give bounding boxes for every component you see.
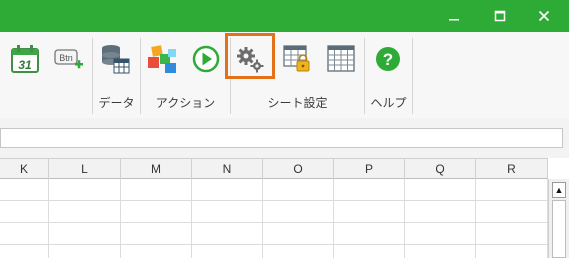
- column-header[interactable]: Q: [405, 159, 476, 179]
- calendar-icon: 31: [11, 45, 39, 73]
- title-bar: [0, 0, 569, 32]
- grid-line: [333, 179, 334, 258]
- group-label-action: アクション: [155, 96, 216, 110]
- minimize-icon: [449, 19, 459, 21]
- button-icon-text: Btn: [59, 53, 73, 63]
- calendar-icon-text: 31: [18, 58, 32, 72]
- column-header[interactable]: M: [121, 159, 192, 179]
- sheet-grid-button[interactable]: [324, 42, 358, 76]
- group-label-data: データ: [98, 96, 135, 110]
- close-button[interactable]: [521, 0, 567, 32]
- grid-line: [0, 244, 548, 245]
- database-icon: [102, 45, 130, 74]
- button-add-icon: Btn: [54, 49, 83, 69]
- grid-line: [0, 222, 548, 223]
- play-icon: [192, 45, 220, 73]
- column-header[interactable]: P: [334, 159, 405, 179]
- grid-line: [120, 179, 121, 258]
- sheet-grid-icon: [327, 45, 355, 72]
- vertical-scrollbar[interactable]: ▲: [548, 179, 569, 258]
- maximize-button[interactable]: [477, 0, 523, 32]
- help-icon: ?: [376, 47, 400, 71]
- blocks-icon: [148, 45, 176, 73]
- svg-text:?: ?: [383, 50, 393, 69]
- scroll-up-button[interactable]: ▲: [552, 182, 566, 198]
- action-blocks-button[interactable]: [146, 42, 180, 76]
- calendar-button[interactable]: 31: [8, 42, 42, 76]
- column-header[interactable]: K: [0, 159, 49, 179]
- grid-line: [48, 179, 49, 258]
- ribbon-separator: [412, 38, 413, 114]
- cell-grid[interactable]: [0, 179, 548, 258]
- close-icon: [538, 10, 550, 22]
- column-header[interactable]: N: [192, 159, 263, 179]
- formula-input[interactable]: [0, 128, 563, 148]
- maximize-icon: [494, 10, 506, 22]
- group-label-sheet-settings: シート設定: [267, 96, 328, 110]
- grid-line: [0, 200, 548, 201]
- help-button[interactable]: ?: [371, 42, 405, 76]
- grid-line: [191, 179, 192, 258]
- column-header[interactable]: R: [476, 159, 548, 179]
- data-button[interactable]: [98, 42, 132, 76]
- insert-button-tool[interactable]: Btn: [52, 42, 86, 76]
- grid-line: [404, 179, 405, 258]
- formula-bar: [0, 118, 569, 158]
- sheet-lock-icon: [283, 45, 310, 72]
- grid-line: [262, 179, 263, 258]
- protect-sheet-button[interactable]: [281, 42, 315, 76]
- scroll-track[interactable]: [552, 200, 566, 258]
- column-headers: K L M N O P Q R: [0, 158, 548, 179]
- minimize-button[interactable]: [431, 0, 477, 32]
- run-action-button[interactable]: [189, 42, 223, 76]
- column-header[interactable]: O: [263, 159, 334, 179]
- group-label-help: ヘルプ: [370, 96, 407, 110]
- grid-line: [475, 179, 476, 258]
- column-header[interactable]: L: [49, 159, 121, 179]
- ribbon: 31 Btn ? データ アクション シート設定 ヘルプ: [0, 32, 569, 119]
- highlight-box: [225, 33, 275, 79]
